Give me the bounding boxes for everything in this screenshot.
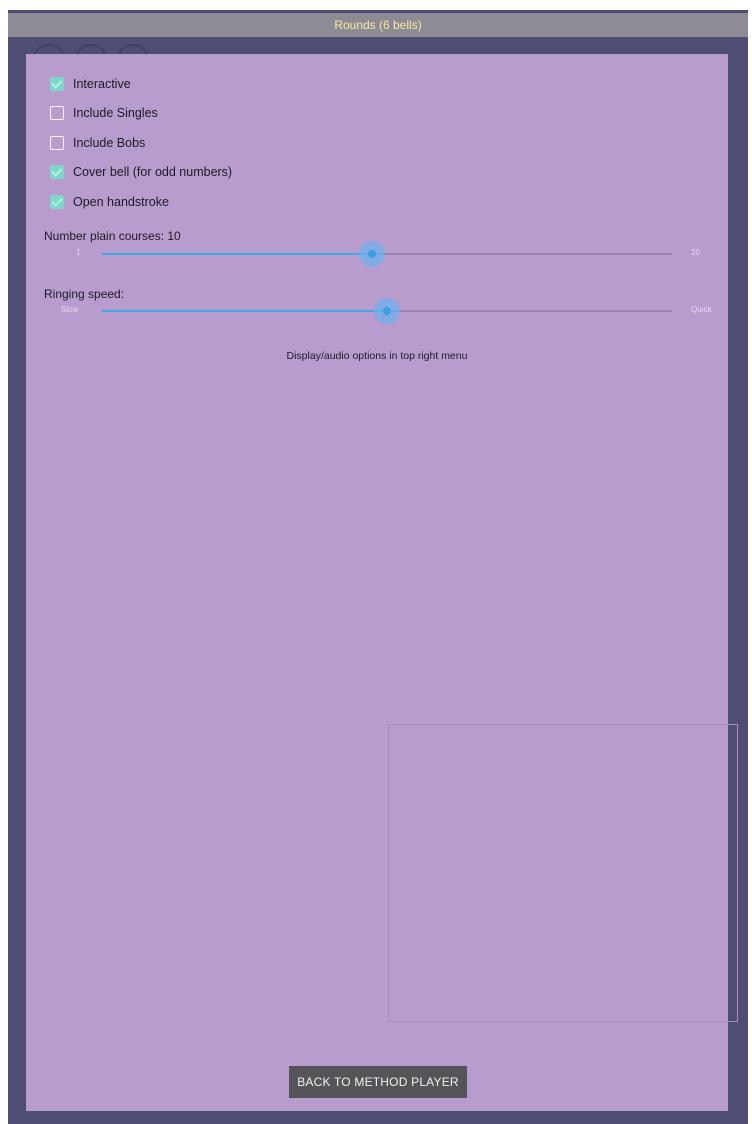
option-label: Open handstroke xyxy=(73,195,169,209)
option-label: Include Singles xyxy=(73,106,158,120)
option-include-singles[interactable]: Include Singles xyxy=(50,102,158,124)
back-to-method-player-button[interactable]: BACK TO METHOD PLAYER xyxy=(289,1066,467,1098)
option-label: Cover bell (for odd numbers) xyxy=(73,165,233,179)
checkbox-icon[interactable] xyxy=(50,195,64,209)
checkbox-icon[interactable] xyxy=(50,136,64,150)
options-hint: Display/audio options in top right menu xyxy=(286,350,468,362)
checkbox-icon[interactable] xyxy=(50,106,64,120)
speed-slider[interactable]: Slow Quick xyxy=(26,296,728,326)
slider-max-label: Quick xyxy=(691,305,712,314)
slider-track[interactable] xyxy=(102,298,672,324)
slider-min-label: 1 xyxy=(76,248,81,257)
option-label: Interactive xyxy=(73,77,131,91)
courses-slider[interactable]: 1 20 xyxy=(26,239,728,269)
slider-thumb[interactable] xyxy=(359,241,385,267)
option-interactive[interactable]: Interactive xyxy=(50,73,131,95)
slider-fill xyxy=(102,310,387,312)
app-window: Rounds (6 bells) Interactive Include Sin… xyxy=(8,10,748,1124)
option-label: Include Bobs xyxy=(73,136,146,150)
checkbox-icon[interactable] xyxy=(50,165,64,179)
window-title: Rounds (6 bells) xyxy=(8,13,748,37)
background-panel-outline xyxy=(388,724,738,1022)
slider-fill xyxy=(102,253,372,255)
slider-thumb[interactable] xyxy=(374,298,400,324)
options-dialog: Interactive Include Singles Include Bobs… xyxy=(26,54,738,1111)
slider-max-label: 20 xyxy=(691,248,700,257)
slider-min-label: Slow xyxy=(61,305,79,314)
option-cover-bell[interactable]: Cover bell (for odd numbers) xyxy=(50,161,232,183)
checkbox-icon[interactable] xyxy=(50,77,64,91)
slider-track[interactable] xyxy=(102,241,672,267)
option-include-bobs[interactable]: Include Bobs xyxy=(50,132,145,154)
option-open-handstroke[interactable]: Open handstroke xyxy=(50,191,169,213)
